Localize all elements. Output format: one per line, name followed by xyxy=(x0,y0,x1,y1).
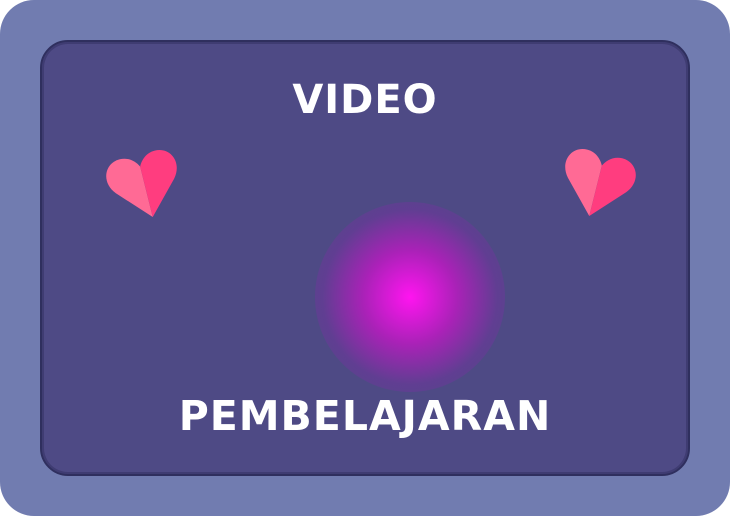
card-title-pembelajaran: PEMBELAJARAN xyxy=(178,392,552,440)
magenta-glow xyxy=(315,202,505,392)
heart-icon xyxy=(565,149,636,217)
heart-icon xyxy=(106,150,177,218)
card-title-video: VIDEO xyxy=(292,77,438,123)
